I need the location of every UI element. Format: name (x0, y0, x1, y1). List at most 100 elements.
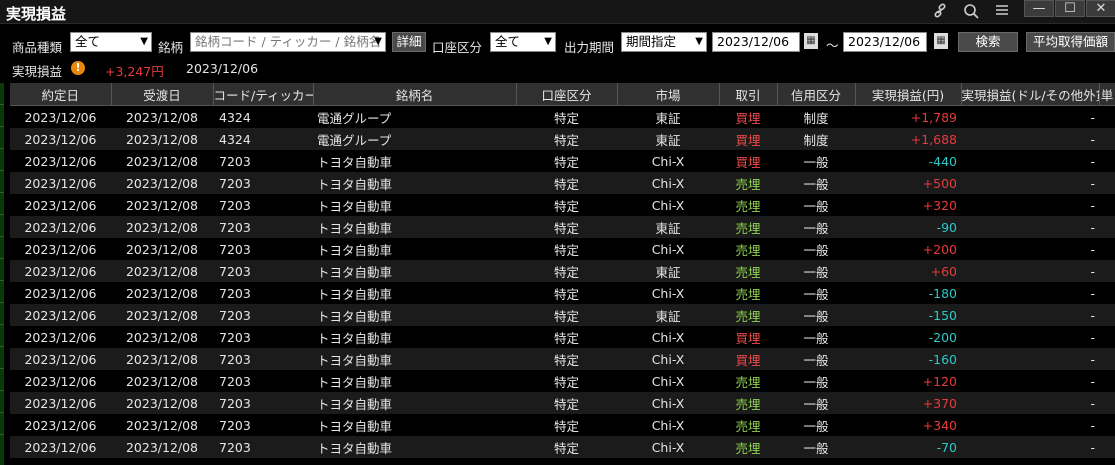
chevron-down-icon: ▼ (140, 36, 148, 47)
account-cell: 特定 (516, 282, 617, 304)
column-header[interactable]: 実現損益(円) (855, 83, 962, 106)
row-indicator (0, 259, 4, 281)
detail-button[interactable]: 詳細 (392, 32, 426, 52)
settle-date-cell: 2023/12/08 (111, 128, 213, 150)
account-cell: 特定 (516, 326, 617, 348)
close-icon[interactable]: ✕ (1086, 0, 1115, 17)
market-cell: 東証 (617, 128, 719, 150)
table-row[interactable]: 2023/12/06 2023/12/08 7203 トヨタ自動車 特定 Chi-X 売埋一… (10, 370, 1115, 392)
table-row[interactable]: 2023/12/06 2023/12/08 7203 トヨタ自動車 特定 東証 売埋 一般 +6… (10, 260, 1115, 282)
table-row[interactable]: 2023/12/06 2023/12/08 7203 トヨタ自動車 特定 Chi-X 売埋一… (10, 238, 1115, 260)
side-cell: 売埋 (719, 436, 777, 458)
trade-date-cell: 2023/12/06 (10, 260, 111, 282)
pnl-fx-cell: - (961, 348, 1099, 370)
pnl-fx-cell: - (961, 238, 1099, 260)
pnl-cell: -150 (855, 304, 961, 326)
code-cell: 7203 (213, 370, 313, 392)
code-cell: 7203 (213, 194, 313, 216)
table-row[interactable]: 2023/12/06 2023/12/08 7203 トヨタ自動車 特定 東証 売埋 一般 -1… (10, 304, 1115, 326)
pnl-cell: +120 (855, 370, 961, 392)
account-cell: 特定 (516, 392, 617, 414)
pnl-cell: +1,688 (855, 128, 961, 150)
column-header[interactable]: 銘柄名 (313, 83, 517, 106)
column-header[interactable]: 市場 (617, 83, 720, 106)
table-row[interactable]: 2023/12/06 2023/12/08 7203 トヨタ自動車 特定 Chi-X 売埋一… (10, 436, 1115, 458)
minimize-icon[interactable]: — (1024, 0, 1054, 17)
table-row[interactable]: 2023/12/06 2023/12/08 7203 トヨタ自動車 特定 Chi-X 買埋一… (10, 348, 1115, 370)
unit-cell (1099, 172, 1115, 194)
table-row[interactable]: 2023/12/06 2023/12/08 7203 トヨタ自動車 特定 Chi-X 売埋一… (10, 414, 1115, 436)
column-header[interactable]: 実現損益(ドル/その他外貨) (961, 83, 1100, 106)
table-row[interactable]: 2023/12/06 2023/12/08 4324 電通グループ 特定 東証 買埋 制度 +1… (10, 128, 1115, 150)
period-select[interactable]: 期間指定 ▼ (621, 32, 707, 52)
code-cell: 7203 (213, 326, 313, 348)
maximize-icon[interactable]: ☐ (1055, 0, 1085, 17)
margin-cell: 制度 (777, 128, 855, 150)
code-cell: 7203 (213, 436, 313, 458)
side-cell: 買埋 (719, 150, 777, 172)
table-row[interactable]: 2023/12/06 2023/12/08 7203 トヨタ自動車 特定 東証 売埋 一般 -9… (10, 216, 1115, 238)
unit-cell (1099, 194, 1115, 216)
chevron-down-icon: ▼ (695, 36, 703, 47)
market-cell: Chi-X (617, 392, 719, 414)
market-cell: 東証 (617, 216, 719, 238)
market-cell: Chi-X (617, 436, 719, 458)
link-icon[interactable] (930, 3, 950, 21)
menu-icon[interactable] (992, 3, 1012, 21)
table-row[interactable]: 2023/12/06 2023/12/08 7203 トヨタ自動車 特定 Chi-X 売埋一… (10, 392, 1115, 414)
trade-date-cell: 2023/12/06 (10, 414, 111, 436)
account-select[interactable]: 全て ▼ (490, 32, 556, 52)
margin-cell: 一般 (777, 150, 855, 172)
code-cell: 7203 (213, 304, 313, 326)
account-cell: 特定 (516, 238, 617, 260)
pnl-cell: -200 (855, 326, 961, 348)
symbol-input[interactable]: 銘柄コード / ティッカー / 銘柄名 ▼ (190, 32, 386, 52)
margin-cell: 一般 (777, 392, 855, 414)
date-range-tilde: ～ (826, 38, 839, 53)
average-price-button[interactable]: 平均取得価額 (1026, 32, 1115, 52)
account-cell: 特定 (516, 304, 617, 326)
market-cell: Chi-X (617, 238, 719, 260)
pnl-fx-cell: - (961, 414, 1099, 436)
account-cell: 特定 (516, 150, 617, 172)
product-type-select[interactable]: 全て ▼ (70, 32, 152, 52)
column-header[interactable]: 単 (1099, 83, 1115, 106)
row-indicator (0, 347, 4, 369)
search-icon[interactable] (961, 3, 981, 21)
account-cell: 特定 (516, 172, 617, 194)
settle-date-cell: 2023/12/08 (111, 238, 213, 260)
table-row[interactable]: 2023/12/06 2023/12/08 4324 電通グループ 特定 東証 買埋 制度 +1… (10, 105, 1115, 128)
pnl-fx-cell: - (961, 216, 1099, 238)
table-row[interactable]: 2023/12/06 2023/12/08 7203 トヨタ自動車 特定 Chi-X 買埋一… (10, 326, 1115, 348)
row-indicator (0, 193, 4, 215)
table-row[interactable]: 2023/12/06 2023/12/08 7203 トヨタ自動車 特定 Chi-X 買埋一… (10, 150, 1115, 172)
column-header[interactable]: 約定日 (10, 83, 112, 106)
unit-cell (1099, 304, 1115, 326)
column-header[interactable]: 信用区分 (777, 83, 856, 106)
side-cell: 売埋 (719, 392, 777, 414)
calendar-icon[interactable]: ▦ (934, 33, 948, 49)
column-header[interactable]: コード/ティッカー (213, 83, 314, 106)
side-cell: 買埋 (719, 326, 777, 348)
search-button[interactable]: 検索 (958, 32, 1018, 52)
column-header[interactable]: 口座区分 (516, 83, 618, 106)
row-indicator (0, 281, 4, 303)
chevron-down-icon: ▼ (544, 36, 552, 47)
row-indicator (0, 325, 4, 347)
pnl-fx-cell: - (961, 105, 1099, 128)
table-row[interactable]: 2023/12/06 2023/12/08 7203 トヨタ自動車 特定 Chi-X 売埋一… (10, 172, 1115, 194)
table-row[interactable]: 2023/12/06 2023/12/08 7203 トヨタ自動車 特定 Chi-X 売埋一… (10, 282, 1115, 304)
calendar-icon[interactable]: ▦ (804, 33, 818, 49)
table-row[interactable]: 2023/12/06 2023/12/08 7203 トヨタ自動車 特定 Chi-X 売埋一… (10, 194, 1115, 216)
code-cell: 7203 (213, 260, 313, 282)
column-header[interactable]: 受渡日 (111, 83, 214, 106)
trade-date-cell: 2023/12/06 (10, 282, 111, 304)
column-header[interactable]: 取引 (719, 83, 778, 106)
pnl-cell: +500 (855, 172, 961, 194)
side-cell: 売埋 (719, 172, 777, 194)
date-to-input[interactable]: 2023/12/06 (843, 32, 927, 52)
account-cell: 特定 (516, 348, 617, 370)
trade-date-cell: 2023/12/06 (10, 105, 111, 128)
warning-icon[interactable]: ! (71, 61, 85, 75)
date-from-input[interactable]: 2023/12/06 (712, 32, 800, 52)
